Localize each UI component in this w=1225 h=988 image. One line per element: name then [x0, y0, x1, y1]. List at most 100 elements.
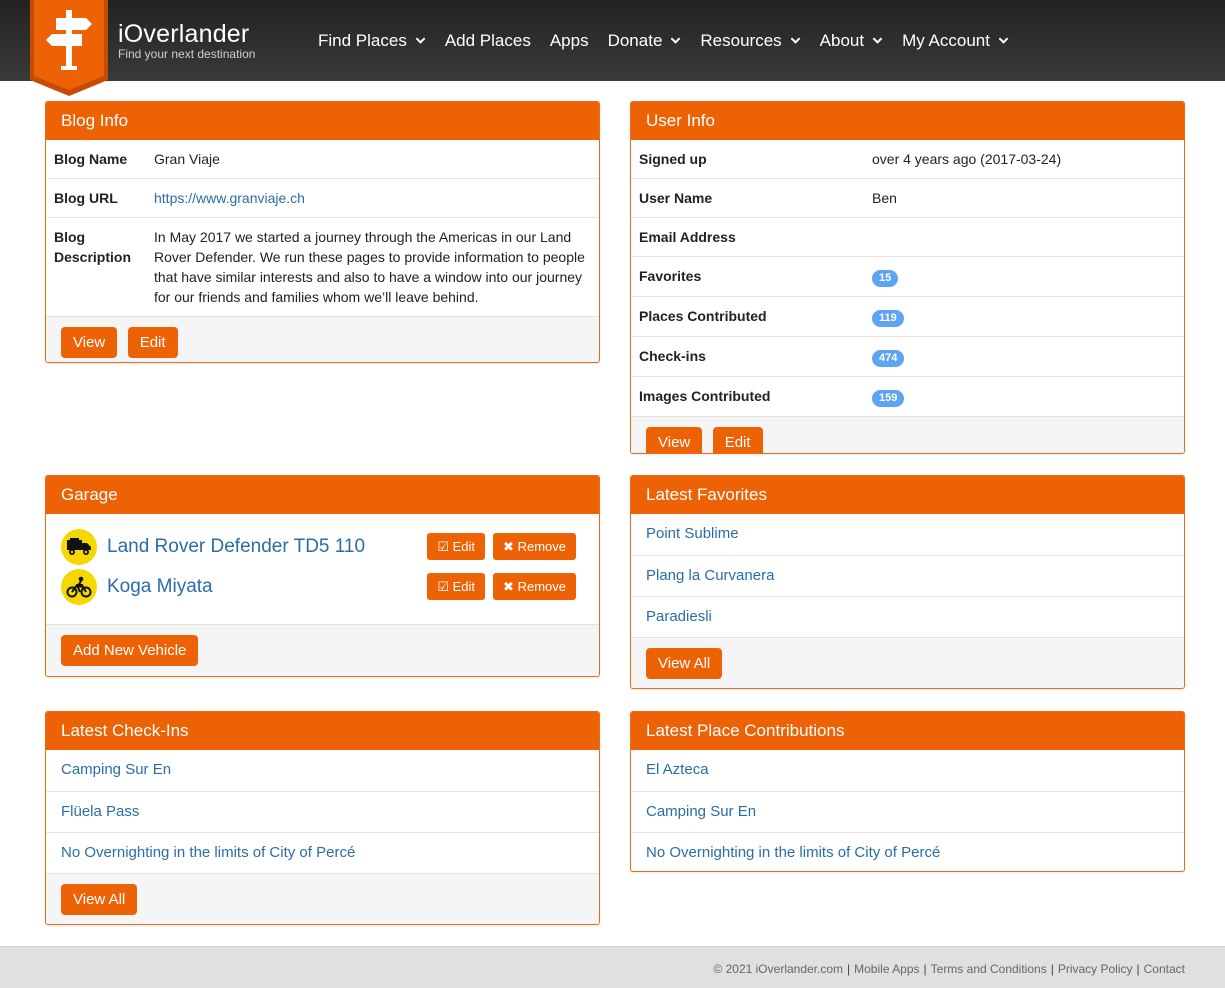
nav-label: Resources — [700, 30, 782, 50]
nav-label: My Account — [902, 30, 990, 50]
row-value: over 4 years ago (2017-03-24) — [872, 151, 1062, 167]
brand-tagline: Find your next destination — [118, 47, 256, 61]
separator: | — [1136, 962, 1140, 976]
footer-link-terms[interactable]: Terms and Conditions — [931, 962, 1047, 976]
list-item: No Overnighting in the limits of City of… — [46, 832, 599, 873]
row-key: Blog Name — [54, 151, 128, 167]
edit-user-button[interactable]: Edit — [712, 427, 763, 453]
close-icon: ✖ — [503, 579, 514, 594]
garage-panel: Garage Land Rover Defender TD5 110 ☑ Edi… — [45, 475, 600, 677]
chevron-down-icon — [872, 37, 883, 44]
remove-label: Remove — [517, 579, 566, 594]
row-key: Blog URL — [46, 178, 146, 218]
vehicle-row: Land Rover Defender TD5 110 ☑ Edit ✖ Rem… — [46, 527, 599, 567]
nav-donate[interactable]: Donate — [608, 31, 682, 51]
row-key: Images Contributed — [631, 376, 864, 416]
edit-vehicle-button[interactable]: ☑ Edit — [427, 573, 486, 600]
table-row: Signed up over 4 years ago (2017-03-24) — [631, 140, 1184, 179]
panel-title: Blog Info — [46, 102, 599, 140]
nav-label: Find Places — [318, 30, 407, 50]
table-row: Places Contributed 119 — [631, 296, 1184, 337]
nav-my-account[interactable]: My Account — [902, 31, 1009, 51]
nav-find-places[interactable]: Find Places — [318, 31, 426, 51]
table-row: Images Contributed 159 — [631, 376, 1184, 416]
panel-footer: View Edit — [631, 416, 1184, 453]
panel-footer: Add New Vehicle — [46, 624, 599, 676]
remove-vehicle-button[interactable]: ✖ Remove — [493, 573, 576, 600]
blog-url-link[interactable]: https://www.granviaje.ch — [154, 190, 305, 206]
nav-label: Add Places — [444, 30, 531, 50]
list-item: Paradiesli — [631, 596, 1184, 637]
table-row: Email Address — [631, 217, 1184, 257]
list-item: Camping Sur En — [46, 750, 599, 791]
row-key: Email Address — [631, 217, 864, 257]
place-link[interactable]: No Overnighting in the limits of City of… — [646, 844, 940, 861]
add-vehicle-button[interactable]: Add New Vehicle — [61, 635, 199, 666]
top-navbar: iOverlander Find your next destination F… — [0, 0, 1225, 81]
place-link[interactable]: No Overnighting in the limits of City of… — [61, 844, 355, 861]
place-link[interactable]: Camping Sur En — [61, 761, 171, 778]
footer-link-mobile-apps[interactable]: Mobile Apps — [854, 962, 919, 976]
edit-icon: ☑ — [437, 579, 450, 594]
edit-vehicle-button[interactable]: ☑ Edit — [427, 533, 486, 560]
vehicle-link[interactable]: Land Rover Defender TD5 110 — [107, 536, 365, 558]
place-link[interactable]: Point Sublime — [646, 525, 739, 542]
table-row: Favorites 15 — [631, 256, 1184, 297]
blog-info-panel: Blog Info Blog Name Gran Viaje Blog URL … — [45, 101, 600, 363]
vehicle-link[interactable]: Koga Miyata — [107, 576, 213, 598]
remove-label: Remove — [517, 539, 566, 554]
nav-resources[interactable]: Resources — [700, 30, 801, 51]
table-row: Blog Description In May 2017 we started … — [46, 217, 599, 316]
latest-favorites-panel: Latest Favorites Point Sublime Plang la … — [630, 475, 1185, 689]
checkins-list: Camping Sur En Flüela Pass No Overnighti… — [46, 750, 599, 873]
nav-apps[interactable]: Apps — [550, 31, 589, 51]
place-link[interactable]: Paradiesli — [646, 608, 712, 625]
chevron-down-icon — [790, 37, 801, 44]
nav-label: About — [819, 30, 865, 50]
view-blog-button[interactable]: View — [61, 327, 118, 358]
vehicle-list: Land Rover Defender TD5 110 ☑ Edit ✖ Rem… — [46, 514, 599, 624]
row-value — [864, 217, 1184, 257]
place-link[interactable]: Plang la Curvanera — [646, 567, 774, 584]
nav-label: Donate — [607, 30, 663, 50]
edit-blog-button[interactable]: Edit — [127, 327, 178, 358]
vehicle-row: Koga Miyata ☑ Edit ✖ Remove — [46, 567, 599, 607]
row-value: Ben — [864, 178, 1184, 218]
row-key: Blog Description — [46, 217, 146, 316]
footer-link-contact[interactable]: Contact — [1144, 962, 1185, 976]
count-badge: 474 — [872, 350, 905, 367]
table-row: User Name Ben — [631, 178, 1184, 218]
signpost-logo-icon[interactable] — [30, 0, 108, 96]
view-all-favorites-button[interactable]: View All — [646, 648, 723, 679]
row-key: Places Contributed — [631, 296, 864, 337]
nav-label: Apps — [549, 30, 589, 50]
place-link[interactable]: El Azteca — [646, 761, 709, 778]
nav-about[interactable]: About — [820, 31, 883, 51]
vehicle-actions: ☑ Edit ✖ Remove — [419, 573, 576, 600]
contributions-list: El Azteca Camping Sur En No Overnighting… — [631, 750, 1184, 871]
list-item: Plang la Curvanera — [631, 555, 1184, 596]
panel-title: Latest Favorites — [631, 476, 1184, 514]
chevron-down-icon — [415, 37, 426, 44]
favorites-list: Point Sublime Plang la Curvanera Paradie… — [631, 514, 1184, 637]
edit-label: Edit — [452, 539, 476, 554]
view-all-checkins-button[interactable]: View All — [61, 884, 138, 915]
nav-add-places[interactable]: Add Places — [445, 31, 531, 51]
list-item: No Overnighting in the limits of City of… — [631, 832, 1184, 871]
table-row: Check-ins 474 — [631, 336, 1184, 377]
brand[interactable]: iOverlander Find your next destination — [118, 20, 255, 60]
chevron-down-icon — [998, 37, 1009, 44]
footer-link-privacy[interactable]: Privacy Policy — [1058, 962, 1133, 976]
row-value: In May 2017 we started a journey through… — [146, 217, 599, 316]
user-info-panel: User Info Signed up over 4 years ago (20… — [630, 101, 1185, 454]
row-key: Favorites — [631, 256, 864, 297]
panel-title: Latest Check-Ins — [46, 712, 599, 750]
view-user-button[interactable]: View — [646, 427, 703, 453]
place-link[interactable]: Flüela Pass — [61, 803, 139, 820]
place-link[interactable]: Camping Sur En — [646, 803, 756, 820]
panel-title: Latest Place Contributions — [631, 712, 1184, 750]
footer-links: © 2021 iOverlander.com | Mobile Apps | Terms… — [713, 962, 1185, 976]
remove-vehicle-button[interactable]: ✖ Remove — [493, 533, 576, 560]
panel-footer: View All — [46, 873, 599, 924]
count-badge: 159 — [872, 390, 905, 407]
